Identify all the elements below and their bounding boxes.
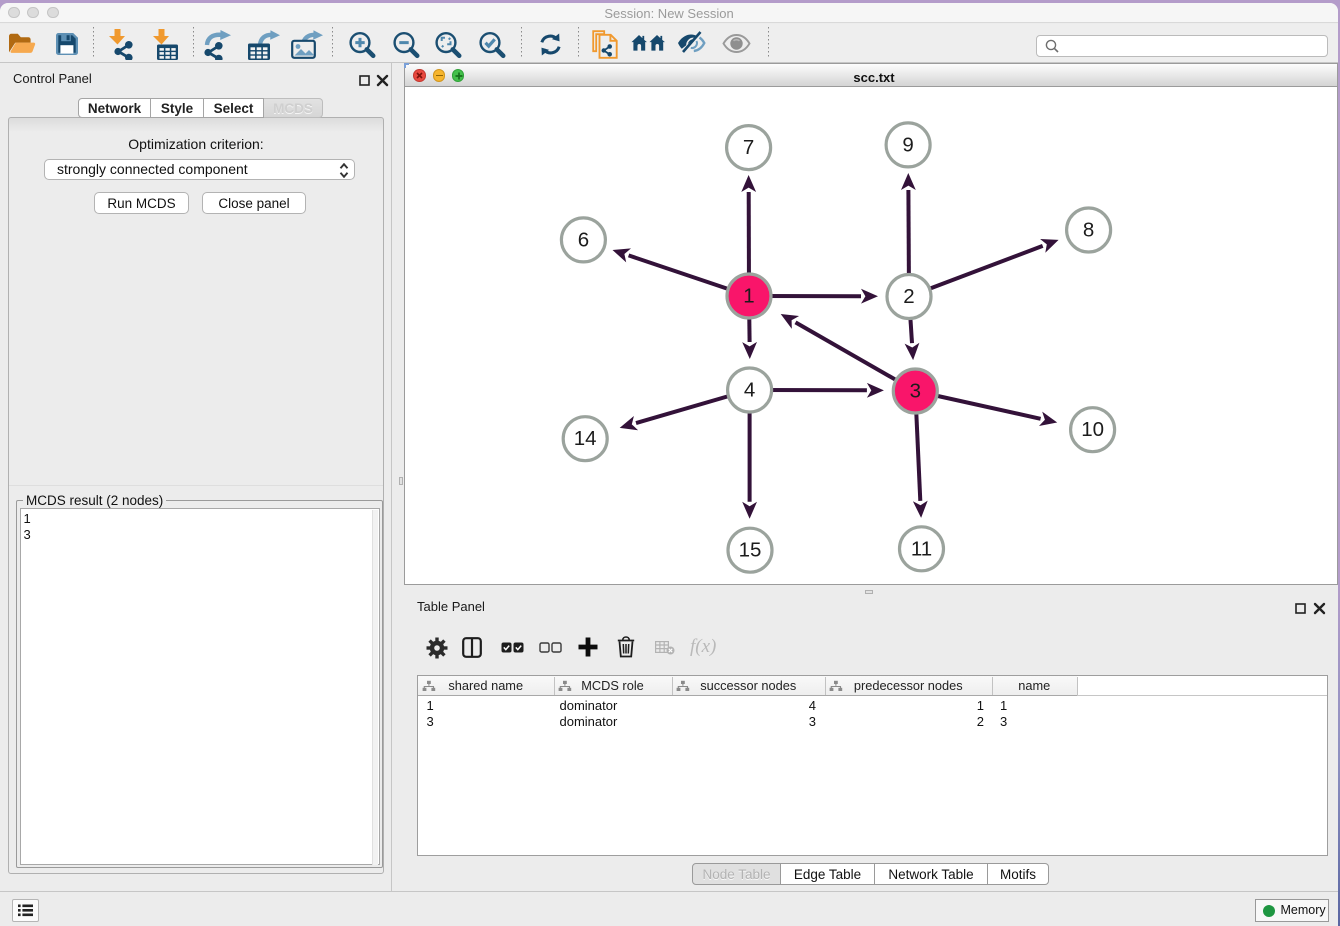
- svg-text:3: 3: [910, 380, 921, 403]
- svg-text:9: 9: [902, 133, 913, 156]
- svg-text:4: 4: [744, 379, 755, 402]
- svg-text:8: 8: [1083, 219, 1094, 242]
- svg-text:10: 10: [1081, 418, 1104, 441]
- svg-text:11: 11: [911, 537, 932, 560]
- svg-text:7: 7: [743, 136, 754, 159]
- svg-text:15: 15: [739, 539, 762, 562]
- svg-text:2: 2: [903, 285, 914, 308]
- svg-text:14: 14: [574, 427, 597, 450]
- svg-text:6: 6: [578, 228, 589, 251]
- svg-text:1: 1: [743, 285, 754, 308]
